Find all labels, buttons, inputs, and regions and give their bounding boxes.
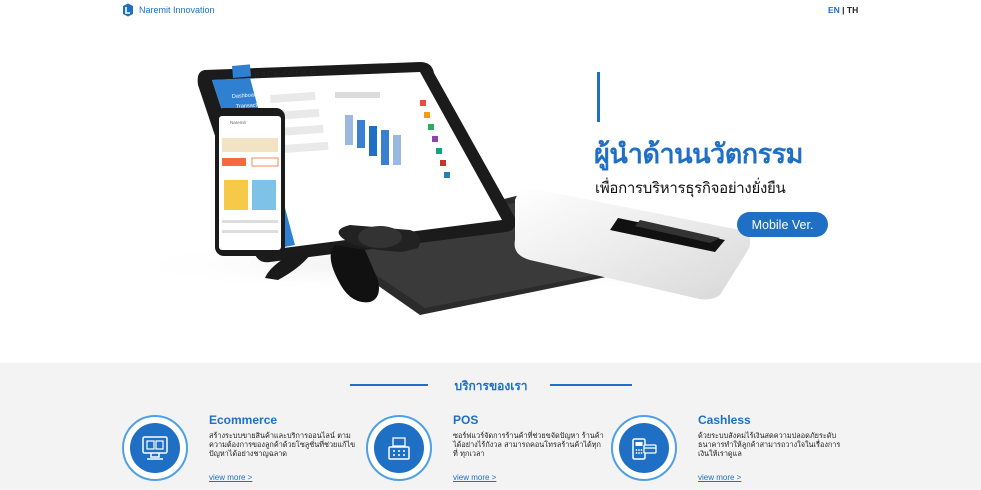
services-title: บริการของเรา: [454, 379, 528, 393]
lang-th-link[interactable]: TH: [847, 5, 858, 15]
view-more-link[interactable]: view more >: [209, 473, 252, 482]
service-title: POS: [453, 413, 479, 427]
service-icon-ring: [122, 415, 188, 481]
language-switcher: EN | TH: [828, 5, 858, 15]
lang-en-link[interactable]: EN: [828, 5, 840, 15]
service-icon-ring: [611, 415, 677, 481]
service-title: Cashless: [698, 413, 751, 427]
service-icon-ring: [366, 415, 432, 481]
pos-icon: [388, 437, 410, 460]
phone-url: Naremit: [230, 120, 247, 125]
view-more-link[interactable]: view more >: [698, 473, 741, 482]
service-description: สร้างระบบขายสินค้าและบริการออนไลน์ ตามคว…: [209, 431, 356, 458]
services-heading: บริการของเรา: [350, 377, 632, 393]
services-section: บริการของเรา Ecommerce สร้างระบบขายสินค้…: [0, 363, 981, 490]
mobile-version-button[interactable]: Mobile Ver.: [737, 212, 828, 237]
hero-headline: ผู้นำด้านนวัตกรรม: [594, 139, 803, 170]
brand-name: Naremit Innovation: [139, 5, 215, 15]
service-card-cashless: Cashless ด้วยระบบสังคมไร้เงินสดความปลอดภ…: [611, 407, 851, 487]
heading-line-right: [550, 384, 632, 386]
hero-subheadline: เพื่อการบริหารธุรกิจอย่างยั่งยืน: [595, 179, 786, 197]
hero-accent-bar: [597, 72, 600, 122]
brand-logo[interactable]: Naremit Innovation: [121, 3, 215, 17]
service-description: ด้วยระบบสังคมไร้เงินสดความปลอดภัยระดับธน…: [698, 431, 841, 458]
service-title: Ecommerce: [209, 413, 278, 427]
service-card-pos: POS ซอร์ฟแวร์จัดการร้านค้าที่ช่วยขจัดปัญ…: [366, 407, 606, 487]
brand-logo-icon: [123, 3, 133, 17]
top-navbar: Naremit Innovation EN | TH: [0, 0, 981, 21]
view-more-link[interactable]: view more >: [453, 473, 496, 482]
ecommerce-icon: [142, 436, 168, 460]
cashless-icon: [632, 438, 657, 460]
lang-separator: |: [839, 5, 847, 15]
service-card-ecommerce: Ecommerce สร้างระบบขายสินค้าและบริการออน…: [122, 407, 362, 487]
tablet-menu-item: Users: [302, 183, 317, 190]
service-description: ซอร์ฟแวร์จัดการร้านค้าที่ช่วยขจัดปัญหา ร…: [453, 431, 604, 458]
